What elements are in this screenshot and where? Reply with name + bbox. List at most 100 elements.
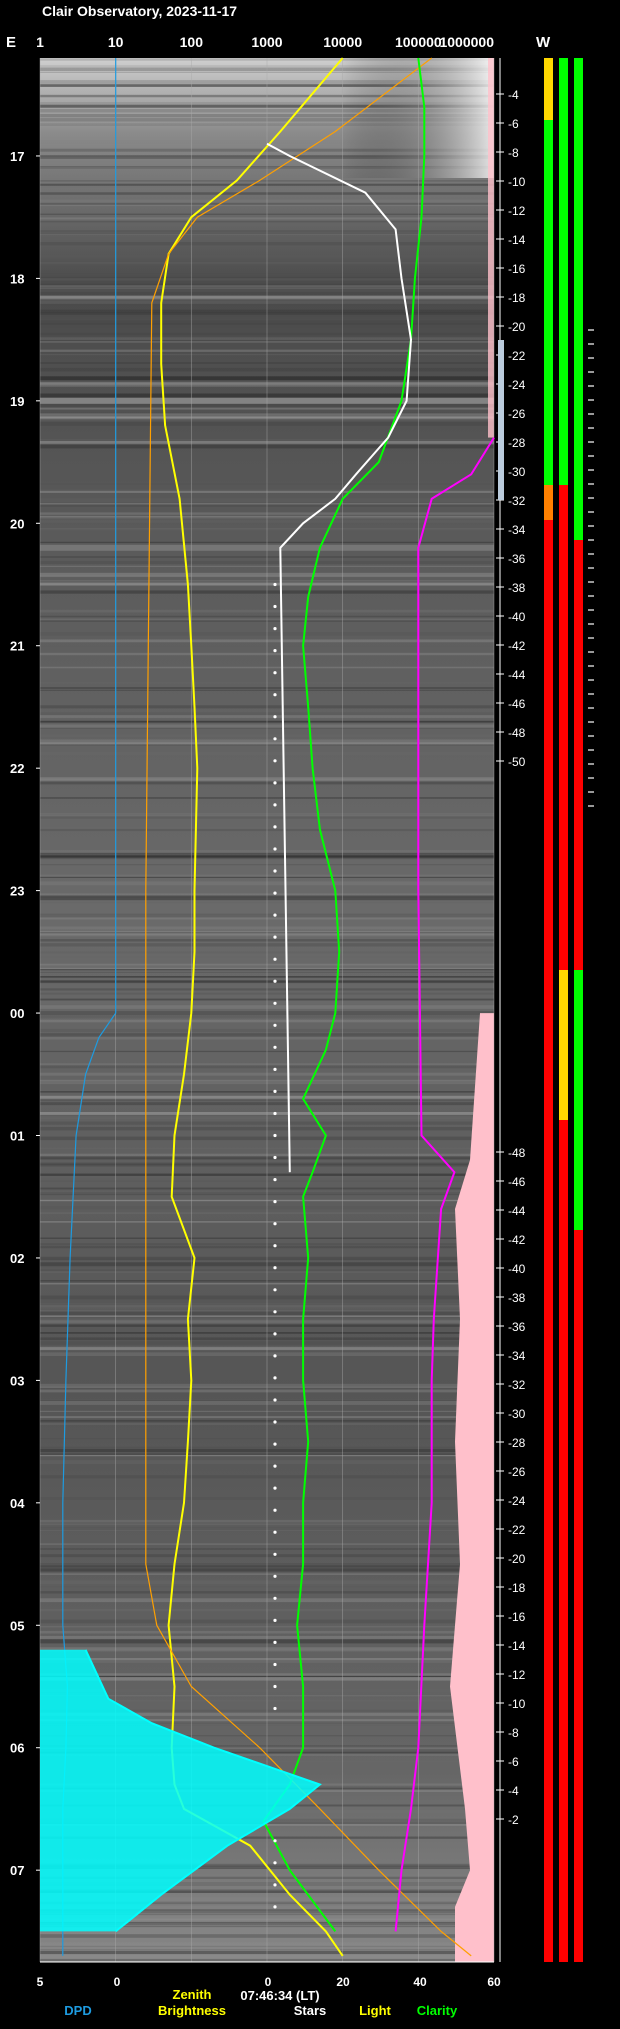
sun-tick-label: -38	[508, 581, 526, 595]
sun-tick-label: -20	[508, 320, 526, 334]
star-dot	[273, 604, 277, 609]
sun-tick-label: -44	[508, 668, 526, 682]
sun-tick-label: -38	[508, 1291, 526, 1305]
star-dot	[273, 1420, 277, 1424]
star-dot	[273, 1155, 277, 1160]
sun-tick-label: -8	[508, 1726, 519, 1740]
star-dot	[273, 1618, 277, 1622]
sun-tick-label: -48	[508, 1146, 526, 1160]
sunset-glow	[340, 58, 494, 178]
star-dot	[273, 1200, 277, 1204]
star-dot	[273, 1288, 277, 1292]
shutter-safety-bar	[559, 1120, 568, 1700]
time-tick-label: 20	[10, 516, 24, 531]
star-dot	[273, 913, 277, 917]
sun-tick-label: -10	[508, 175, 526, 189]
sun-tick-label: -44	[508, 1204, 526, 1218]
shutter-safety-bar	[559, 970, 568, 1120]
sun-tick-label: -42	[508, 639, 526, 653]
top-tick-label: 100	[180, 34, 204, 50]
star-dot	[273, 693, 277, 697]
sun-tick-label: -36	[508, 552, 526, 566]
obs-potential-bar	[544, 485, 553, 520]
star-dot	[273, 1640, 277, 1644]
star-dot	[273, 1133, 277, 1138]
star-dot	[273, 582, 277, 587]
sun-tick-label: -42	[508, 1233, 526, 1247]
top-tick-label: 100000	[395, 34, 442, 50]
star-dot	[273, 957, 277, 961]
sun-tick-label: -34	[508, 1349, 526, 1363]
sun-tick-label: -30	[508, 465, 526, 479]
star-dot	[273, 1684, 277, 1689]
star-dot	[273, 869, 277, 873]
sun-tick-label: -34	[508, 523, 526, 537]
star-dot	[273, 891, 277, 895]
star-dot	[273, 1574, 277, 1578]
star-dot	[273, 1266, 277, 1270]
time-tick-label: 04	[10, 1496, 25, 1511]
sun-tick-label: -22	[508, 1523, 526, 1537]
star-dot	[273, 825, 277, 829]
bottom-tick-label: 60	[487, 1975, 501, 1989]
sun-tick-label: -20	[508, 1552, 526, 1566]
bottom-tick-label: 0	[114, 1975, 121, 1989]
star-dot	[273, 781, 277, 785]
sun-tick-label: -24	[508, 1494, 526, 1508]
clarity-axis-title: Clarity	[417, 2003, 458, 2018]
obs-potential-bar	[544, 520, 553, 1962]
top-tick-label: 10000	[323, 34, 362, 50]
star-dot	[273, 1178, 277, 1182]
sun-tick-label: -46	[508, 697, 526, 711]
star-dot	[273, 1662, 277, 1667]
star-dot	[273, 1398, 277, 1402]
time-tick-label: 19	[10, 394, 24, 409]
sun-tick-label: -18	[508, 1581, 526, 1595]
star-dot	[273, 1222, 277, 1226]
sun-tick-label: -36	[508, 1320, 526, 1334]
sun-tick-label: -32	[508, 1378, 526, 1392]
sun-tick-label: -4	[508, 1784, 519, 1798]
zenith-axis-title: Zenith	[173, 1987, 212, 2002]
sun-tick-label: -2	[508, 1813, 519, 1827]
sun-tick-label: -6	[508, 117, 519, 131]
sun-tick-label: -10	[508, 1697, 526, 1711]
obs-potential-bar	[544, 120, 553, 485]
sun-tick-label: -22	[508, 349, 526, 363]
light-axis-title: Light	[359, 2003, 391, 2018]
star-dot	[273, 1332, 277, 1336]
star-dot	[273, 847, 277, 851]
star-dot	[273, 935, 277, 939]
star-dot	[273, 1111, 277, 1116]
star-dot	[273, 1023, 277, 1027]
top-tick-label: 1000	[251, 34, 282, 50]
star-dot	[273, 1045, 277, 1049]
star-dot	[273, 1464, 277, 1468]
obs-potential-bar	[544, 58, 553, 120]
sun-tick-label: -14	[508, 1639, 526, 1653]
star-dot	[273, 1442, 277, 1446]
sun-tick-label: -4	[508, 88, 519, 102]
time-tick-label: 23	[10, 884, 24, 899]
top-tick-label: 10	[108, 34, 124, 50]
protective-relay-bar	[574, 970, 583, 1230]
sun-tick-label: -6	[508, 1755, 519, 1769]
star-dot	[273, 1089, 277, 1093]
star-dot	[273, 671, 277, 675]
time-tick-label: 22	[10, 761, 24, 776]
sun-tick-label: -16	[508, 262, 526, 276]
chart-title: Clair Observatory, 2023-11-17	[42, 3, 237, 19]
star-dot	[273, 1839, 277, 1843]
sun-tick-label: -28	[508, 1436, 526, 1450]
west-label: W	[536, 34, 551, 51]
protective-relay-bar	[574, 1230, 583, 1280]
star-dot	[273, 627, 277, 631]
sun-tick-label: -18	[508, 291, 526, 305]
star-dot	[273, 1067, 277, 1071]
time-tick-label: 07	[10, 1863, 24, 1878]
dpd-axis-title: DPD	[64, 2003, 91, 2018]
sun-tick-label: -8	[508, 146, 519, 160]
protective-relay-bar	[574, 540, 583, 970]
sun-tick-label: -30	[508, 1407, 526, 1421]
star-dot	[273, 1706, 277, 1711]
